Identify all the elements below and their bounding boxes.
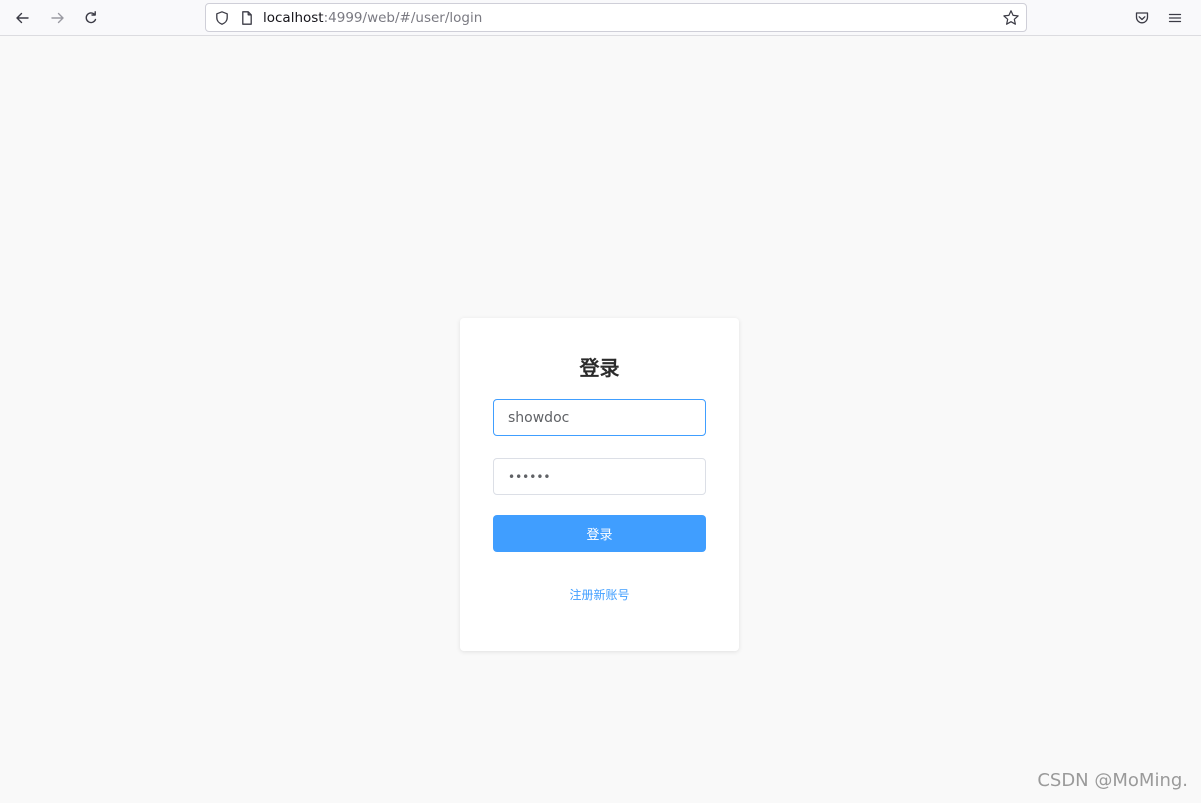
pocket-icon	[1135, 12, 1149, 24]
url-host: localhost	[263, 10, 324, 26]
watermark: CSDN @MoMing.	[1037, 770, 1188, 791]
url-path: :4999/web/#/user/login	[323, 10, 483, 26]
back-button[interactable]	[10, 6, 34, 30]
bookmark-star-icon[interactable]	[1002, 9, 1020, 27]
tracking-protection-shield-icon[interactable]	[214, 10, 230, 26]
forward-button[interactable]	[46, 6, 70, 30]
login-card: 登录 登录 注册新账号	[460, 318, 739, 651]
login-button[interactable]: 登录	[493, 515, 706, 552]
back-arrow-icon	[16, 12, 29, 24]
username-input[interactable]	[493, 399, 706, 436]
url-text[interactable]: localhost:4999/web/#/user/login	[263, 9, 482, 27]
reload-button[interactable]	[79, 6, 103, 30]
reload-icon	[85, 11, 97, 24]
register-link[interactable]: 注册新账号	[460, 586, 739, 603]
address-bar[interactable]: localhost:4999/web/#/user/login	[205, 3, 1027, 32]
forward-arrow-icon	[51, 12, 64, 24]
pocket-button[interactable]	[1131, 7, 1153, 29]
browser-toolbar: localhost:4999/web/#/user/login	[0, 0, 1201, 36]
page-info-icon[interactable]	[239, 10, 255, 26]
login-title: 登录	[579, 356, 620, 380]
hamburger-menu-icon	[1168, 13, 1182, 23]
password-input[interactable]	[493, 458, 706, 495]
app-menu-button[interactable]	[1164, 7, 1186, 29]
